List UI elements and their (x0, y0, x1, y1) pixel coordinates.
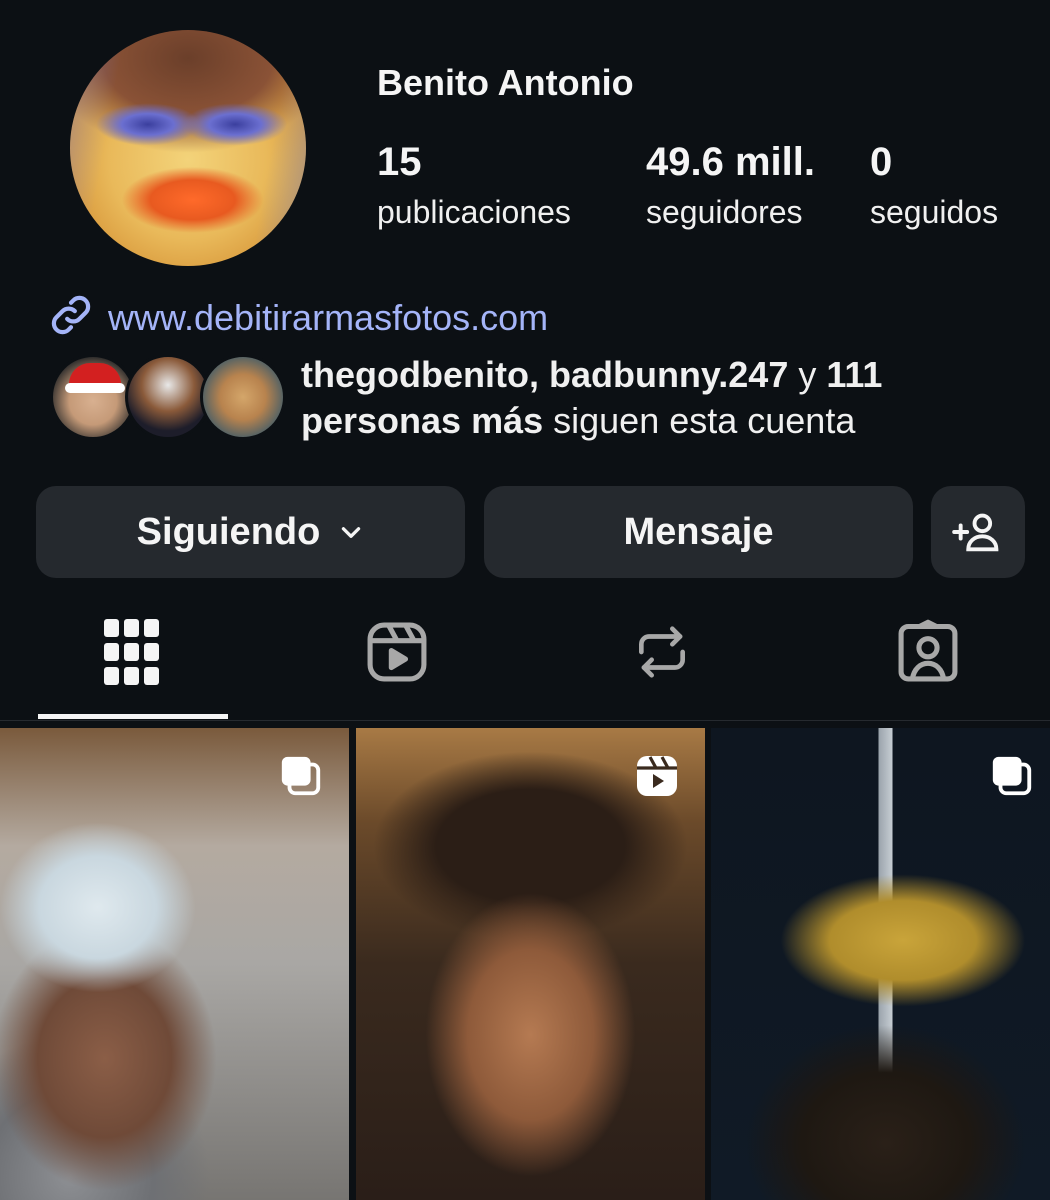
chevron-down-icon (338, 519, 364, 545)
post-thumbnail[interactable] (356, 728, 705, 1200)
following-label: Siguiendo (136, 510, 321, 553)
stat-following-label: seguidos (870, 194, 999, 230)
stat-followers-label: seguidores (646, 194, 803, 230)
website-url[interactable]: www.debitirarmasfotos.com (108, 297, 548, 339)
stat-following-count: 0 (870, 140, 893, 184)
add-user-button[interactable] (931, 486, 1025, 578)
mutual-followers-text[interactable]: thegodbenito, badbunny.247 y 111 persona… (301, 352, 1001, 444)
mutual-followers-names: thegodbenito, badbunny.247 (301, 354, 789, 395)
mutual-follower-avatar[interactable] (125, 354, 211, 440)
add-user-icon (952, 506, 1004, 558)
stat-posts-count: 15 (377, 140, 422, 184)
repost-icon (631, 618, 693, 686)
mutual-followers-more: personas más (301, 400, 544, 441)
mutual-follower-avatar[interactable] (50, 354, 136, 440)
mutual-followers-count: 111 (826, 354, 883, 395)
carousel-icon (275, 750, 327, 802)
tab-reposts[interactable] (622, 612, 702, 692)
santa-hat-icon (65, 363, 125, 393)
reels-icon (631, 750, 683, 802)
carousel-icon (986, 750, 1038, 802)
stat-following[interactable]: 0 seguidos (870, 140, 998, 232)
website-link[interactable]: www.debitirarmasfotos.com (48, 292, 548, 343)
stat-posts[interactable]: 15 publicaciones (377, 140, 571, 232)
tagged-icon (894, 618, 962, 686)
tab-grid[interactable] (92, 612, 172, 692)
message-button[interactable]: Mensaje (484, 486, 913, 578)
tabs-divider (0, 720, 1050, 721)
following-button[interactable]: Siguiendo (36, 486, 465, 578)
profile-avatar[interactable] (70, 30, 306, 266)
tab-reels[interactable] (357, 612, 437, 692)
stat-posts-label: publicaciones (377, 194, 571, 230)
stat-followers[interactable]: 49.6 mill. seguidores (646, 140, 815, 232)
post-thumbnail[interactable] (0, 728, 349, 1200)
mutual-follower-avatar[interactable] (200, 354, 286, 440)
grid-icon (104, 619, 160, 685)
active-tab-indicator (38, 714, 228, 719)
reels-icon (363, 618, 431, 686)
mutual-followers-suffix: siguen esta cuenta (543, 400, 856, 441)
post-thumbnail[interactable] (711, 728, 1050, 1200)
link-icon (48, 292, 94, 343)
profile-name: Benito Antonio (377, 62, 634, 103)
message-label: Mensaje (623, 510, 774, 553)
stat-followers-count: 49.6 mill. (646, 140, 815, 184)
tab-tagged[interactable] (888, 612, 968, 692)
mutual-followers-connector: y (788, 354, 827, 395)
